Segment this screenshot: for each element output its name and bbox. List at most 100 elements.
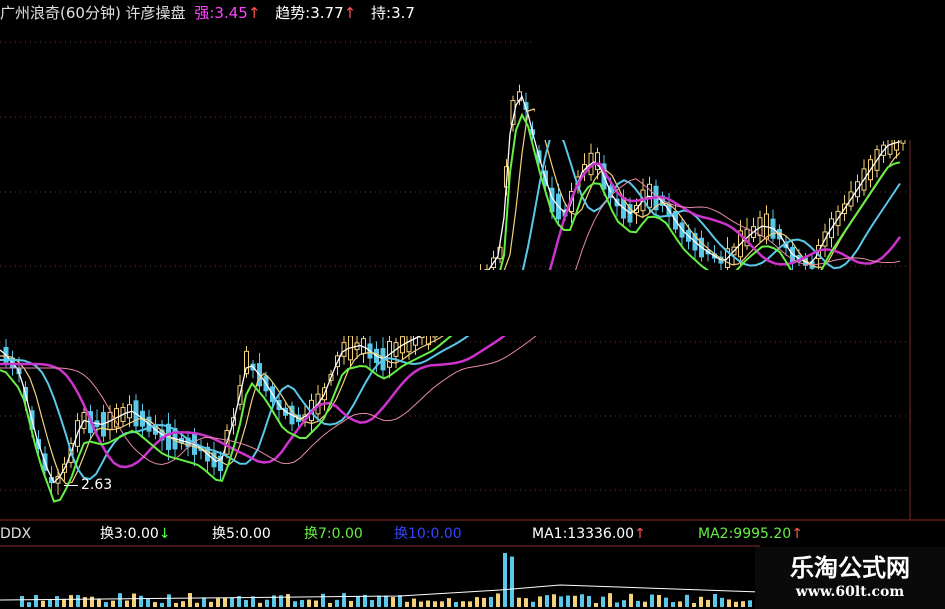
indicator-item-ma1: MA1:13336.00↑ <box>532 524 646 544</box>
volume-bar <box>517 597 521 607</box>
volume-bar <box>265 599 269 607</box>
volume-bar <box>573 595 577 607</box>
chart-header: 广州浪奇(60分钟) 许彦操盘 强:3.45↑ 趋势:3.77↑ 持:3.7 <box>0 2 415 24</box>
volume-bar <box>496 593 500 607</box>
low-price-value: 2.63 <box>81 477 113 493</box>
volume-bar <box>202 597 206 607</box>
volume-bar <box>650 594 654 607</box>
volume-bar <box>594 602 598 607</box>
volume-bar <box>636 600 640 607</box>
up-arrow-icon: ↑ <box>343 4 357 22</box>
volume-bar <box>503 552 507 607</box>
volume-bar <box>286 594 290 607</box>
indicator-text: 换7:0.00 <box>304 526 363 542</box>
volume-bar <box>377 595 381 607</box>
volume-bar <box>55 596 59 607</box>
volume-bar <box>426 600 430 607</box>
volume-bar <box>671 602 675 607</box>
indicator-text: MA1:13336.00 <box>532 526 635 542</box>
volume-bar <box>244 599 248 607</box>
indicator-item-hs5: 换5:0.00 <box>212 524 271 544</box>
indicator-text: 换3:0.00 <box>100 526 159 542</box>
volume-bar <box>405 601 409 607</box>
volume-bar <box>510 556 514 607</box>
volume-bar <box>615 602 619 607</box>
redaction-block-middle <box>98 270 848 336</box>
indicator-item-hs7: 换7:0.00 <box>304 524 363 544</box>
hold-value: 3.7 <box>391 4 415 22</box>
volume-bar <box>580 594 584 607</box>
indicator-item-hs10: 换10:0.00 <box>394 524 462 544</box>
watermark-title: 乐淘公式网 <box>790 553 910 582</box>
volume-bar <box>41 600 45 607</box>
volume-bar <box>356 595 360 607</box>
trend-value: 3.77 <box>310 4 344 22</box>
redaction-block-top-right <box>535 0 945 140</box>
volume-bar <box>454 601 458 607</box>
indicator-item-ma2: MA2:9995.20↑ <box>698 524 803 544</box>
volume-bar <box>629 593 633 607</box>
watermark-url: www.60lt.com <box>795 584 905 600</box>
volume-bar <box>685 594 689 607</box>
volume-bar <box>412 598 416 607</box>
volume-bar <box>734 601 738 607</box>
strong-value: 3.45 <box>214 4 248 22</box>
volume-bar <box>139 595 143 607</box>
volume-bar <box>349 600 353 607</box>
volume-bar <box>608 593 612 607</box>
volume-bar <box>433 601 437 607</box>
volume-bar <box>146 599 150 607</box>
strong-label: 强: <box>194 4 215 22</box>
volume-bar <box>559 596 563 607</box>
volume-bar <box>398 595 402 607</box>
indicator-item-hs3: 换3:0.00↓ <box>100 524 171 544</box>
volume-bar <box>727 599 731 607</box>
volume-bar <box>643 601 647 607</box>
up-arrow-icon: ↑ <box>634 526 646 542</box>
volume-bar <box>48 599 52 607</box>
indicator-name[interactable]: DDX <box>0 524 31 544</box>
volume-bar <box>440 601 444 607</box>
volume-bar <box>699 596 703 607</box>
volume-bar <box>20 595 24 607</box>
volume-bar <box>230 597 234 607</box>
stock-title: 广州浪奇(60分钟) 许彦操盘 <box>0 4 186 22</box>
down-arrow-icon: ↓ <box>158 526 171 542</box>
volume-bar <box>181 601 185 607</box>
volume-bar <box>160 602 164 607</box>
volume-bar <box>531 601 535 607</box>
volume-bar <box>90 596 94 607</box>
volume-bar <box>748 600 752 607</box>
indicator-text: 换10:0.00 <box>394 526 462 542</box>
volume-bar <box>125 600 129 607</box>
volume-bar <box>566 595 570 607</box>
volume-bar <box>216 598 220 607</box>
volume-bar <box>713 593 717 607</box>
volume-bar <box>83 597 87 607</box>
low-price-marker: 2.63 <box>64 477 112 493</box>
volume-bar <box>664 597 668 607</box>
volume-bar <box>468 601 472 607</box>
candle-body <box>595 152 600 171</box>
volume-bar <box>489 596 493 607</box>
volume-bar <box>293 601 297 607</box>
volume-bar <box>62 598 66 607</box>
volume-bar <box>111 600 115 607</box>
volume-bar <box>258 602 262 607</box>
volume-bar <box>419 601 423 607</box>
volume-bar <box>587 595 591 607</box>
volume-bar <box>27 602 31 607</box>
volume-bar <box>300 600 304 607</box>
volume-bar <box>475 597 479 607</box>
volume-bar <box>461 601 465 607</box>
indicator-text: 换5:0.00 <box>212 526 271 542</box>
volume-bar <box>706 599 710 607</box>
volume-bar <box>545 595 549 607</box>
volume-bar <box>482 597 486 607</box>
up-arrow-icon: ↑ <box>791 526 803 542</box>
watermark: 乐淘公式网 www.60lt.com <box>755 547 945 609</box>
volume-bar <box>524 598 528 607</box>
volume-bar <box>321 593 325 607</box>
volume-bar <box>188 593 192 607</box>
volume-bar <box>384 595 388 607</box>
